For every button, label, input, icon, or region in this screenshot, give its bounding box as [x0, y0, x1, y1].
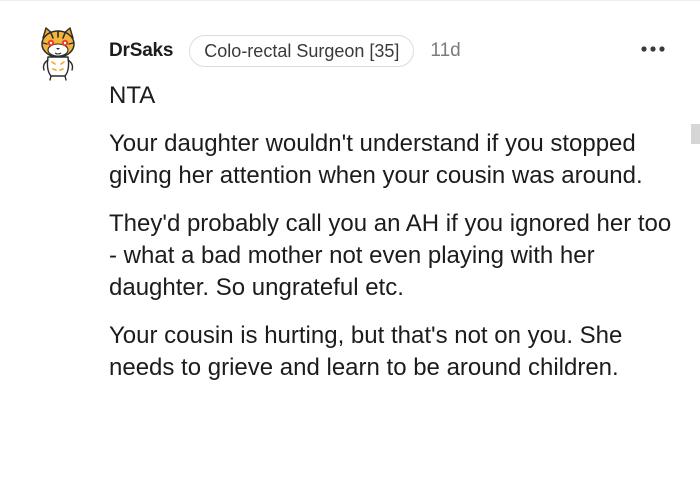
comment-body: NTA Your daughter wouldn't understand if… — [109, 80, 679, 384]
snoo-avatar-icon — [41, 27, 75, 81]
username-link[interactable]: DrSaks — [109, 40, 173, 62]
comment-timestamp: 11d — [430, 40, 461, 61]
scrollbar-thumb[interactable] — [691, 124, 700, 144]
comment-paragraph: Your daughter wouldn't understand if you… — [109, 130, 643, 189]
comment-paragraph: Your cousin is hurting, but that's not o… — [109, 322, 623, 381]
more-horizontal-icon — [641, 46, 665, 52]
comment-paragraph: They'd probably call you an AH if you ig… — [109, 210, 672, 301]
user-flair: Colo-rectal Surgeon [35] — [189, 35, 415, 67]
comment-paragraph: NTA — [109, 82, 156, 109]
comment: DrSaks Colo-rectal Surgeon [35] 11d NTA … — [0, 0, 700, 479]
more-options-button[interactable] — [636, 36, 670, 62]
user-avatar[interactable] — [36, 26, 80, 82]
comment-header: DrSaks Colo-rectal Surgeon [35] 11d — [109, 35, 461, 67]
